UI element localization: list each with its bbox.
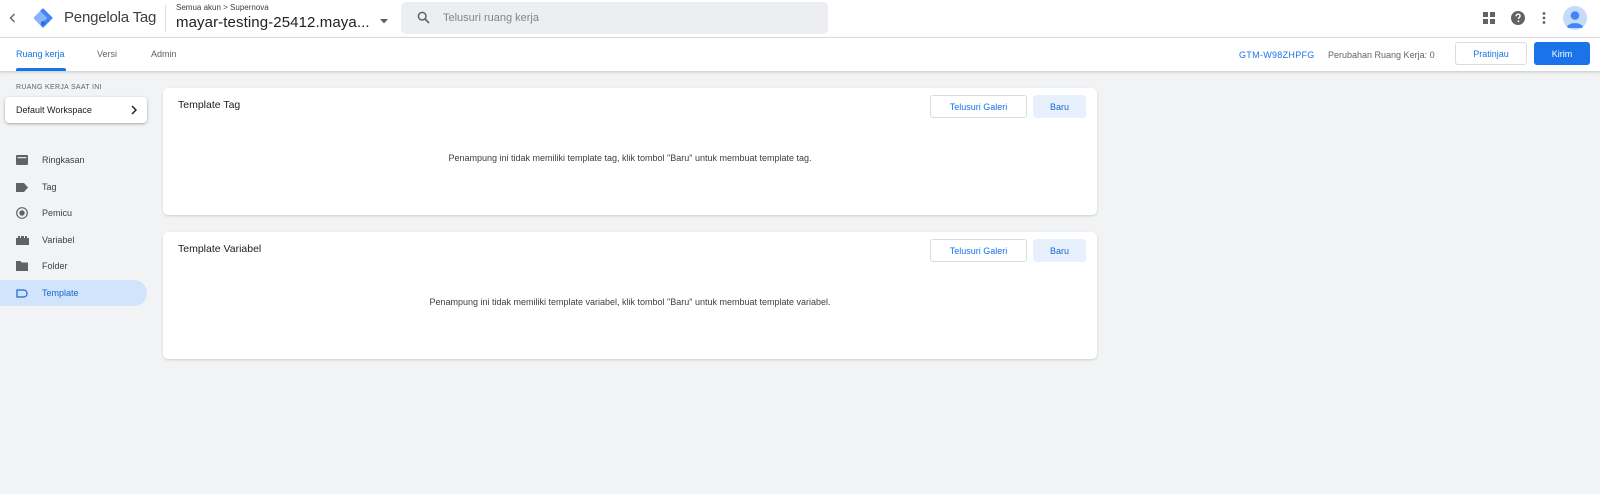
sidebar-item-label: Tag — [42, 182, 57, 192]
sidebar-item-label: Variabel — [42, 235, 75, 245]
new-variable-template-button[interactable]: Baru — [1033, 239, 1086, 262]
card-title: Template Variabel — [178, 243, 262, 255]
variable-templates-card: Template Variabel Telusuri Galeri Baru P… — [163, 232, 1097, 359]
tag-templates-card: Template Tag Telusuri Galeri Baru Penamp… — [163, 88, 1097, 215]
submit-button[interactable]: Kirim — [1534, 42, 1590, 65]
sidebar-item-folders[interactable]: Folder — [0, 253, 147, 279]
caret-down-icon[interactable] — [380, 19, 388, 24]
workspace-name: Default Workspace — [16, 105, 92, 115]
search-gallery-button[interactable]: Telusuri Galeri — [930, 239, 1027, 262]
sidebar-item-label: Folder — [42, 261, 68, 271]
empty-state-message: Penampung ini tidak memiliki template ta… — [448, 153, 812, 163]
container-selector[interactable]: mayar-testing-25412.maya... — [176, 14, 370, 31]
variable-icon — [15, 234, 29, 246]
sidebar-item-overview[interactable]: Ringkasan — [0, 147, 147, 173]
app-header: Pengelola Tag Semua akun > Supernova may… — [0, 0, 1600, 38]
container-id-link[interactable]: GTM-W98ZHPFG — [1239, 50, 1315, 60]
workspace-changes-count: Perubahan Ruang Kerja: 0 — [1328, 50, 1435, 60]
sidebar-item-variables[interactable]: Variabel — [0, 227, 147, 253]
sidebar-item-triggers[interactable]: Pemicu — [0, 200, 147, 226]
current-workspace-label: RUANG KERJA SAAT INI — [16, 84, 102, 91]
app-name: Pengelola Tag — [64, 9, 157, 26]
search-icon — [417, 11, 430, 24]
tag-icon — [15, 181, 29, 193]
template-icon — [15, 287, 29, 299]
workspace-selector[interactable]: Default Workspace — [5, 97, 147, 123]
sidebar-item-label: Pemicu — [42, 208, 73, 218]
tab-versions[interactable]: Versi — [97, 49, 117, 59]
arrow-back-icon — [9, 13, 15, 23]
account-avatar[interactable] — [1563, 6, 1587, 30]
more-vert-icon — [1542, 12, 1546, 24]
search-input[interactable] — [443, 2, 813, 34]
overview-icon — [15, 154, 29, 166]
apps-button[interactable] — [1480, 9, 1498, 27]
workspace-search[interactable] — [401, 2, 828, 34]
tab-admin[interactable]: Admin — [151, 49, 177, 59]
preview-button[interactable]: Pratinjau — [1455, 42, 1527, 65]
back-button[interactable] — [4, 9, 22, 27]
sidebar-item-templates[interactable]: Template — [0, 280, 147, 306]
new-tag-template-button[interactable]: Baru — [1033, 95, 1086, 118]
empty-state-message: Penampung ini tidak memiliki template va… — [429, 297, 831, 307]
gtm-logo[interactable] — [32, 7, 54, 29]
active-tab-indicator — [16, 68, 66, 71]
header-divider — [165, 5, 166, 32]
chevron-right-icon — [131, 105, 137, 115]
tab-workspace[interactable]: Ruang kerja — [16, 49, 65, 59]
trigger-icon — [15, 207, 29, 219]
person-icon — [1566, 11, 1584, 28]
workspace-subnav: Ruang kerja Versi Admin GTM-W98ZHPFG Per… — [0, 38, 1600, 71]
help-icon — [1511, 11, 1525, 25]
apps-grid-icon — [1483, 12, 1495, 24]
sidebar-item-tags[interactable]: Tag — [0, 174, 147, 200]
folder-icon — [15, 260, 29, 272]
sidebar-item-label: Template — [42, 288, 79, 298]
account-breadcrumb[interactable]: Semua akun > Supernova — [176, 3, 269, 12]
card-title: Template Tag — [178, 99, 241, 111]
help-button[interactable] — [1509, 9, 1527, 27]
sidebar-item-label: Ringkasan — [42, 155, 85, 165]
search-gallery-button[interactable]: Telusuri Galeri — [930, 95, 1027, 118]
more-options-button[interactable] — [1535, 9, 1553, 27]
